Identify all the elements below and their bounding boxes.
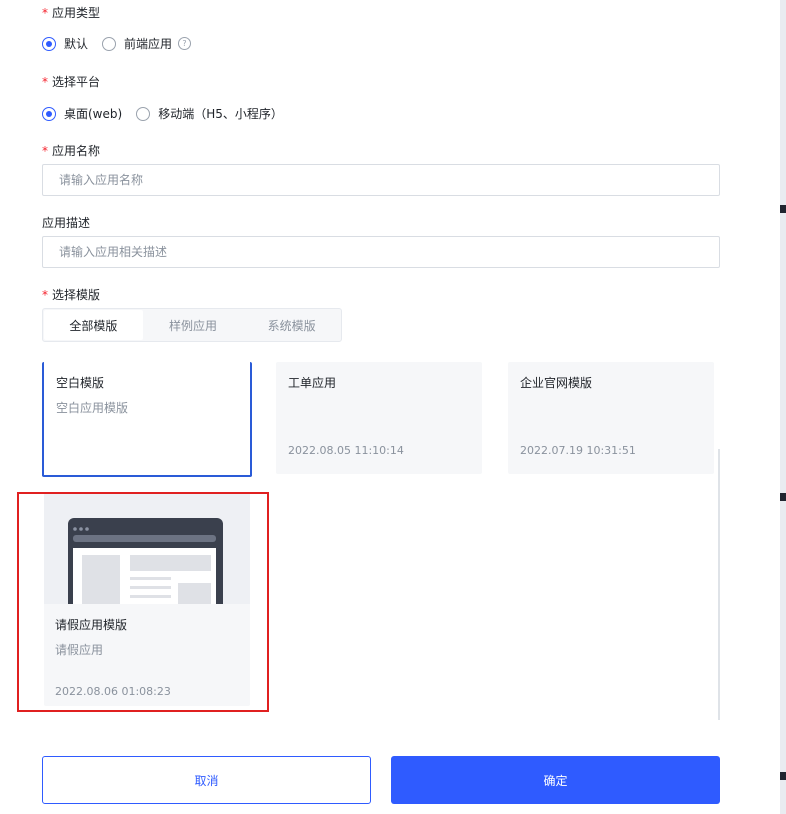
template-card-ticket[interactable]: 工单应用 2022.08.05 11:10:14 — [276, 362, 482, 474]
template-card-blank[interactable]: 空白模版 空白应用模版 — [42, 362, 252, 477]
app-type-option-label: 默认 — [64, 37, 89, 51]
template-card-title: 企业官网模版 — [520, 376, 593, 390]
platform-option-web[interactable]: 桌面(web) — [42, 105, 122, 122]
template-tabs: 全部模版 样例应用 系统模版 — [42, 308, 342, 342]
platform-option-label: 桌面(web) — [64, 107, 123, 121]
template-card-title: 工单应用 — [288, 376, 337, 390]
required-mark: * — [42, 75, 48, 89]
radio-checked-icon[interactable] — [42, 36, 56, 51]
app-name-label-text: 应用名称 — [52, 144, 101, 158]
tab-system-templates[interactable]: 系统模版 — [242, 309, 341, 341]
app-type-label-text: 应用类型 — [52, 6, 101, 20]
cancel-button[interactable]: 取消 — [42, 756, 371, 804]
app-name-input[interactable] — [42, 164, 720, 196]
template-card-website[interactable]: 企业官网模版 2022.07.19 10:31:51 — [508, 362, 714, 474]
template-card-title: 空白模版 — [56, 376, 105, 390]
template-card-date: 2022.08.05 11:10:14 — [288, 444, 404, 457]
app-name-label: * 应用名称 — [42, 142, 100, 159]
app-desc-label-text: 应用描述 — [42, 216, 91, 230]
template-label-text: 选择模版 — [52, 288, 101, 302]
app-type-label: * 应用类型 — [42, 4, 100, 21]
template-card-desc: 空白应用模版 — [56, 401, 129, 415]
required-mark: * — [42, 144, 48, 158]
platform-radio-group: 桌面(web) 移动端（H5、小程序） — [42, 105, 297, 122]
platform-label-text: 选择平台 — [52, 75, 101, 89]
platform-option-mobile[interactable]: 移动端（H5、小程序） — [136, 105, 283, 122]
template-card-date: 2022.07.19 10:31:51 — [520, 444, 636, 457]
highlight-box — [17, 492, 269, 712]
required-mark: * — [42, 288, 48, 302]
platform-option-label: 移动端（H5、小程序） — [158, 107, 283, 121]
template-list-scrollbar[interactable] — [718, 449, 720, 720]
template-label: * 选择模版 — [42, 286, 100, 303]
radio-checked-icon[interactable] — [42, 106, 56, 121]
app-desc-label: 应用描述 — [42, 214, 90, 231]
app-type-option-frontend[interactable]: 前端应用 ? — [102, 35, 192, 52]
tab-sample-apps[interactable]: 样例应用 — [144, 309, 243, 341]
question-circle-icon[interactable]: ? — [178, 37, 192, 50]
app-type-option-label: 前端应用 — [124, 37, 173, 51]
background-mark — [780, 205, 786, 213]
radio-unchecked-icon[interactable] — [136, 106, 151, 121]
create-app-form: * 应用类型 默认 前端应用 ? * 选择平台 桌面(web) 移动端（H5、小程序… — [0, 0, 780, 814]
app-type-radio-group: 默认 前端应用 ? — [42, 35, 192, 52]
app-desc-input[interactable] — [42, 236, 720, 268]
radio-unchecked-icon[interactable] — [102, 36, 117, 51]
background-mark — [780, 493, 786, 501]
required-mark: * — [42, 6, 48, 20]
app-type-option-default[interactable]: 默认 — [42, 35, 88, 52]
platform-label: * 选择平台 — [42, 73, 100, 90]
background-overlay-edge — [780, 0, 786, 814]
tab-all-templates[interactable]: 全部模版 — [44, 310, 143, 340]
background-mark — [780, 772, 786, 780]
confirm-button[interactable]: 确定 — [391, 756, 720, 804]
